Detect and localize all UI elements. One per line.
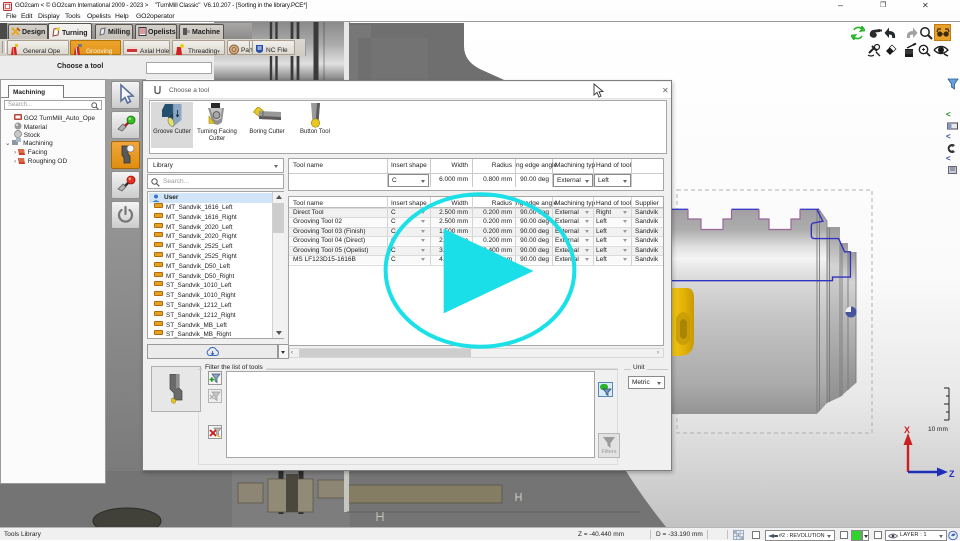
svg-text:Z: Z (949, 469, 955, 479)
svg-text:X: X (904, 425, 910, 435)
svg-text:10 mm: 10 mm (928, 426, 948, 433)
